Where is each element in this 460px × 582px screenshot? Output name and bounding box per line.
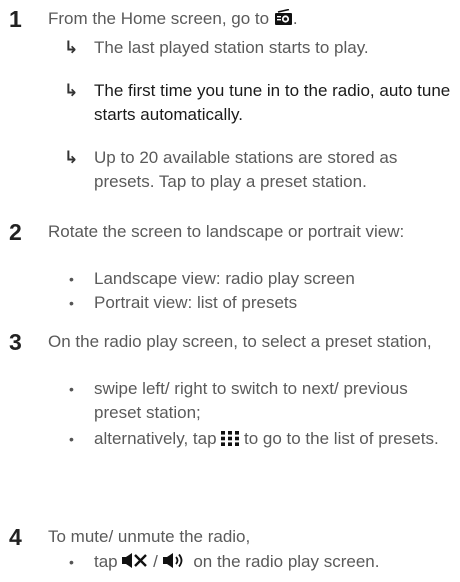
step-text: From the Home screen, go to [48,9,270,28]
mute-icon[interactable] [122,552,148,576]
bullet-text: Portrait view: list of presets [94,293,298,312]
result-item: ↳ The last played station starts to play… [64,36,454,60]
speaker-icon[interactable] [162,552,189,576]
result-arrow-icon: ↳ [64,148,79,167]
step-2: 2 Rotate the screen to landscape or port… [0,219,460,312]
result-arrow-icon: ↳ [64,38,79,57]
bullet-text: swipe left/ right to switch to next/ pre… [94,379,408,422]
bullet-text-start: alternatively, tap [94,429,217,448]
step-number: 2 [9,219,22,245]
bullet-text-end: to go to the list of presets. [244,429,439,448]
step-1: 1 From the Home screen, go to . ↳ The la… [0,6,460,191]
result-item: ↳ Up to 20 available stations are stored… [64,146,454,194]
step-number: 4 [9,524,22,550]
bullet-item: • Portrait view: list of presets [64,291,454,315]
result-text: The first time you tune in to the radio,… [94,81,451,124]
bullet-item: • alternatively, tap to go to the list o… [64,427,454,475]
bullet-text: alternatively, tap to go to the list of … [94,427,454,453]
step-instruction: To mute/ unmute the radio, [48,527,251,546]
step-instruction: From the Home screen, go to . [48,7,453,32]
manual-page: 1 From the Home screen, go to . ↳ The la… [0,0,460,582]
bullet-item: • swipe left/ right to switch to next/ p… [64,377,454,425]
result-item: ↳ The first time you tune in to the radi… [64,79,454,127]
result-arrow-icon: ↳ [64,81,79,100]
bullet-text-start: tap [94,552,118,571]
radio-icon [274,8,293,32]
result-text: The last played station starts to play. [94,38,369,57]
bullet-icon: • [69,271,74,287]
icon-separator: / [153,552,158,571]
step-instruction: On the radio play screen, to select a pr… [48,332,432,351]
bullet-text: Landscape view: radio play screen [94,269,355,288]
step-instruction: Rotate the screen to landscape or portra… [48,222,405,241]
bullet-text: tap / on the radio play screen. [94,550,454,576]
bullet-item: • tap / on the radio play screen. [64,550,454,574]
bullet-icon: • [69,295,74,311]
step-number: 1 [9,6,22,32]
bullet-icon: • [69,381,74,397]
result-text: Up to 20 available stations are stored a… [94,148,398,191]
bullet-text-end: on the radio play screen. [193,552,380,571]
step-4: 4 To mute/ unmute the radio, • tap / on … [0,524,460,580]
step-3: 3 On the radio play screen, to select a … [0,329,460,499]
bullet-item: • Landscape view: radio play screen [64,267,454,291]
step-number: 3 [9,329,22,355]
bullet-icon: • [69,431,74,447]
step-text-end: . [292,9,298,28]
bullet-icon: • [69,554,74,570]
grid-icon[interactable] [221,429,240,453]
